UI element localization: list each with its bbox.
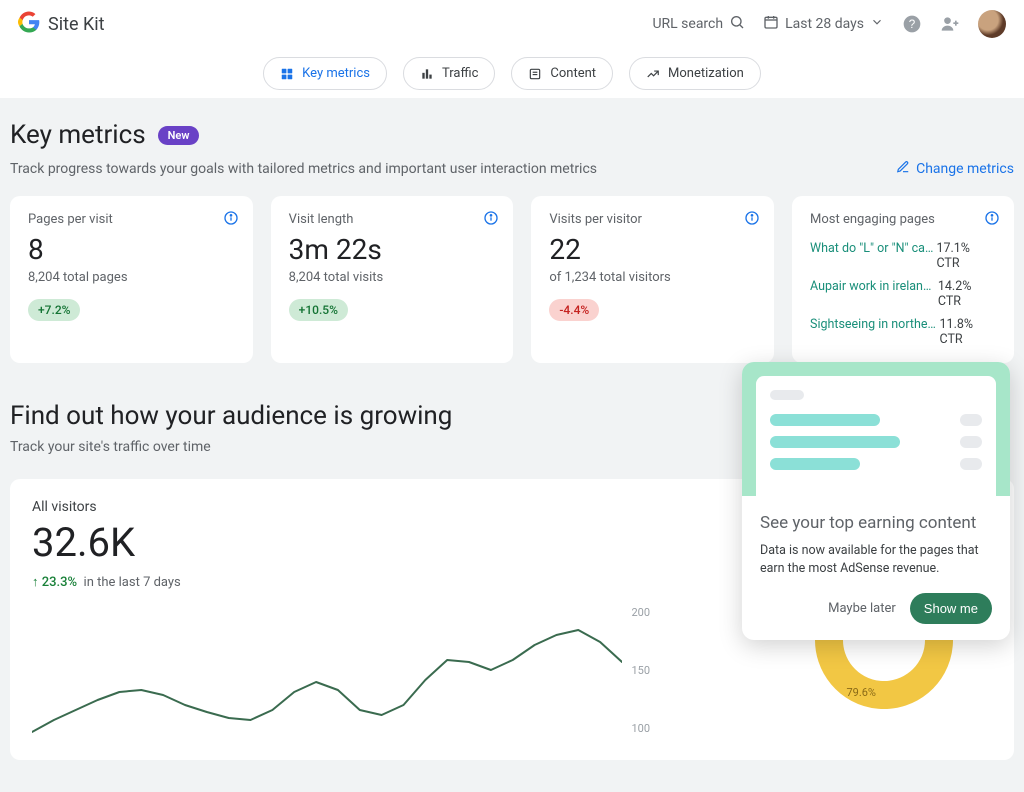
card-sub: 8,204 total pages <box>28 270 235 285</box>
tab-monetization[interactable]: Monetization <box>629 57 761 90</box>
top-bar: Site Kit URL search Last 28 days ? <box>0 0 1024 48</box>
change-metrics-link[interactable]: Change metrics <box>896 160 1014 178</box>
engaging-page-link[interactable]: Aupair work in ireland:… <box>810 279 938 309</box>
chevron-down-icon <box>870 15 884 33</box>
card-label: Most engaging pages <box>810 212 996 227</box>
ytick: 150 <box>631 664 650 677</box>
card-sub: of 1,234 total visitors <box>549 270 756 285</box>
grid-icon <box>280 67 294 81</box>
tab-content[interactable]: Content <box>511 57 613 90</box>
tab-content-label: Content <box>550 66 596 81</box>
delta-chip: +7.2% <box>28 299 80 321</box>
card-value: 22 <box>549 233 756 266</box>
avatar[interactable] <box>978 10 1006 38</box>
ytick: 200 <box>631 606 650 619</box>
engaging-row: Aupair work in ireland:… 14.2% CTR <box>810 279 996 309</box>
engaging-ctr: 11.8% CTR <box>940 317 997 347</box>
svg-text:?: ? <box>909 18 916 31</box>
delta-period: in the last 7 days <box>84 575 181 590</box>
engaging-page-link[interactable]: What do "L" or "N" car… <box>810 241 936 271</box>
delta-pct: 23.3% <box>42 575 77 590</box>
popup-illustration <box>742 362 1010 496</box>
engaging-page-link[interactable]: Sightseeing in northern… <box>810 317 940 347</box>
bar-chart-icon <box>420 67 434 81</box>
show-me-button[interactable]: Show me <box>910 593 992 624</box>
change-metrics-label: Change metrics <box>916 161 1014 177</box>
dashboard-tabs: Key metrics Traffic Content Monetization <box>0 48 1024 98</box>
maybe-later-button[interactable]: Maybe later <box>828 601 896 616</box>
key-metrics-subtitle: Track progress towards your goals with t… <box>10 161 597 177</box>
tab-traffic-label: Traffic <box>442 66 478 81</box>
add-user-icon[interactable] <box>940 14 960 34</box>
key-metrics-title: Key metrics <box>10 120 146 150</box>
card-label: Visits per visitor <box>549 212 756 227</box>
card-label: Visit length <box>289 212 496 227</box>
search-icon <box>729 14 745 34</box>
content-icon <box>528 67 542 81</box>
card-visits-per-visitor: Visits per visitor 22 of 1,234 total vis… <box>531 196 774 363</box>
card-visit-length: Visit length 3m 22s 8,204 total visits +… <box>271 196 514 363</box>
url-search[interactable]: URL search <box>652 14 745 34</box>
adsense-popup: See your top earning content Data is now… <box>742 362 1010 640</box>
engaging-ctr: 14.2% CTR <box>938 279 996 309</box>
calendar-icon <box>763 14 779 34</box>
tab-key-metrics[interactable]: Key metrics <box>263 57 387 90</box>
ytick: 100 <box>631 722 650 735</box>
info-icon[interactable] <box>744 210 760 230</box>
tab-traffic[interactable]: Traffic <box>403 57 495 90</box>
card-value: 8 <box>28 233 235 266</box>
delta-chip: +10.5% <box>289 299 348 321</box>
new-badge: New <box>158 126 200 145</box>
trend-icon <box>646 67 660 81</box>
help-icon[interactable]: ? <box>902 14 922 34</box>
card-sub: 8,204 total visits <box>289 270 496 285</box>
tab-monetization-label: Monetization <box>668 66 744 81</box>
info-icon[interactable] <box>984 210 1000 230</box>
info-icon[interactable] <box>483 210 499 230</box>
date-range-picker[interactable]: Last 28 days <box>763 14 884 34</box>
tab-key-metrics-label: Key metrics <box>302 66 370 81</box>
card-pages-per-visit: Pages per visit 8 8,204 total pages +7.2… <box>10 196 253 363</box>
card-value: 3m 22s <box>289 233 496 266</box>
brand: Site Kit <box>18 11 105 37</box>
card-label: Pages per visit <box>28 212 235 227</box>
google-g-logo-icon <box>18 11 40 37</box>
engaging-ctr: 17.1% CTR <box>936 241 996 271</box>
date-range-label: Last 28 days <box>785 16 864 32</box>
engaging-row: Sightseeing in northern… 11.8% CTR <box>810 317 996 347</box>
delta-chip: -4.4% <box>549 299 599 321</box>
info-icon[interactable] <box>223 210 239 230</box>
popup-body-text: Data is now available for the pages that… <box>760 542 992 577</box>
popup-heading: See your top earning content <box>760 512 992 534</box>
card-engaging-pages: Most engaging pages What do "L" or "N" c… <box>792 196 1014 363</box>
engaging-row: What do "L" or "N" car… 17.1% CTR <box>810 241 996 271</box>
donut-pct: 79.6% <box>846 686 876 792</box>
url-search-label: URL search <box>652 16 723 32</box>
brand-title: Site Kit <box>48 14 105 35</box>
visitors-line-chart: 200 150 100 <box>32 610 622 750</box>
arrow-up-icon: ↑ <box>32 575 39 590</box>
pencil-icon <box>896 160 910 178</box>
